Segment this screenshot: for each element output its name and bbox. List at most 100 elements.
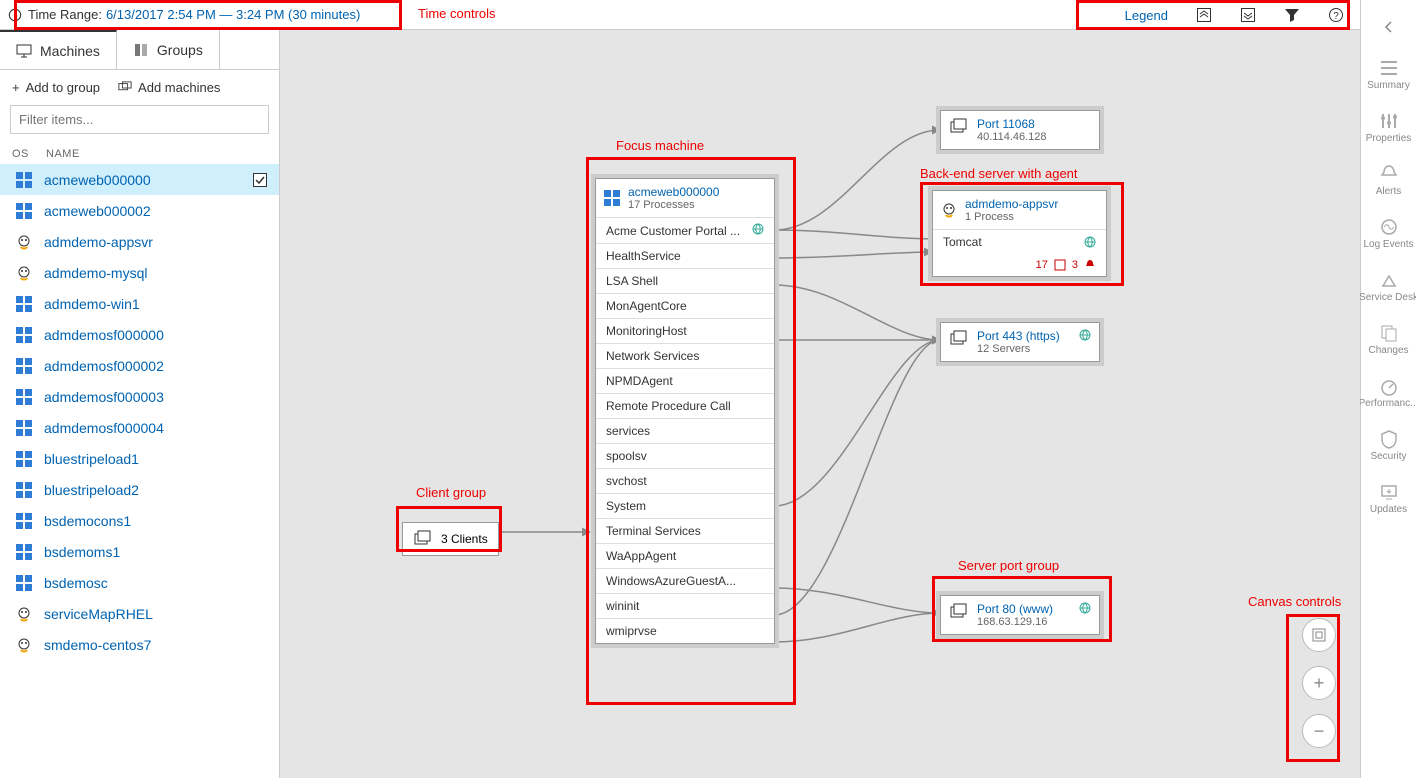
machine-row[interactable]: acmeweb000002 (0, 195, 279, 226)
checkbox-checked-icon[interactable] (253, 173, 267, 187)
machine-name: bluestripeload1 (44, 451, 139, 467)
machine-row[interactable]: serviceMapRHEL (0, 598, 279, 629)
process-row[interactable]: MonitoringHost (596, 318, 774, 343)
machine-row[interactable]: admdemosf000000 (0, 319, 279, 350)
machine-row[interactable]: admdemosf000003 (0, 381, 279, 412)
filter-icon[interactable] (1284, 7, 1300, 23)
collapse-all-icon[interactable] (1196, 7, 1212, 23)
rail-label: Alerts (1376, 186, 1402, 197)
properties-icon (1379, 111, 1399, 131)
servicedesk-icon (1379, 270, 1399, 290)
linux-icon (12, 637, 36, 653)
add-machines-label: Add machines (138, 80, 220, 95)
machine-row[interactable]: bsdemocons1 (0, 505, 279, 536)
process-row[interactable]: LSA Shell (596, 268, 774, 293)
filter-input[interactable] (10, 105, 269, 134)
rail-item-security[interactable]: Security (1358, 419, 1416, 472)
map-canvas[interactable]: 3 Clients acmeweb000000 17 Processes Acm… (280, 30, 1360, 778)
rail-item-alerts[interactable]: Alerts (1358, 154, 1416, 207)
tab-groups-label: Groups (157, 42, 203, 58)
rail-item-changes[interactable]: Changes (1358, 313, 1416, 366)
zoom-in-button[interactable]: + (1302, 666, 1336, 700)
machine-list[interactable]: acmeweb000000acmeweb000002admdemo-appsvr… (0, 164, 279, 660)
legend-link[interactable]: Legend (1125, 8, 1168, 23)
machine-name: bluestripeload2 (44, 482, 139, 498)
add-to-group-label: Add to group (26, 80, 100, 95)
bell-icon (1084, 259, 1096, 271)
port-80-node[interactable]: Port 80 (www) 168.63.129.16 (940, 595, 1100, 635)
windows-icon (12, 482, 36, 498)
process-row[interactable]: HealthService (596, 243, 774, 268)
globe-icon (1079, 602, 1091, 614)
rail-item-logevents[interactable]: Log Events (1358, 207, 1416, 260)
process-row[interactable]: spoolsv (596, 443, 774, 468)
annot-client-group-label: Client group (416, 485, 486, 500)
linux-icon (941, 202, 957, 218)
process-row[interactable]: Remote Procedure Call (596, 393, 774, 418)
machine-row[interactable]: admdemosf000002 (0, 350, 279, 381)
process-name: System (606, 499, 646, 513)
windows-icon (12, 544, 36, 560)
expand-all-icon[interactable] (1240, 7, 1256, 23)
fit-button[interactable] (1302, 618, 1336, 652)
machine-row[interactable]: bluestripeload1 (0, 443, 279, 474)
rail-item-summary[interactable]: Summary (1358, 48, 1416, 101)
rail-collapse-button[interactable] (1361, 6, 1416, 48)
windows-icon (12, 389, 36, 405)
machine-row[interactable]: bsdemosc (0, 567, 279, 598)
rail-item-properties[interactable]: Properties (1358, 101, 1416, 154)
process-name: svchost (606, 474, 647, 488)
list-header-name: NAME (46, 148, 80, 160)
machine-row[interactable]: smdemo-centos7 (0, 629, 279, 660)
time-range-value[interactable]: 6/13/2017 2:54 PM — 3:24 PM (30 minutes) (106, 7, 360, 22)
machine-row[interactable]: admdemo-mysql (0, 257, 279, 288)
process-row[interactable]: WindowsAzureGuestA... (596, 568, 774, 593)
updates-icon (1379, 482, 1399, 502)
process-row[interactable]: Network Services (596, 343, 774, 368)
tab-machines[interactable]: Machines (0, 30, 117, 69)
rail-label: Updates (1370, 504, 1407, 515)
machine-row[interactable]: admdemo-appsvr (0, 226, 279, 257)
windows-icon (12, 513, 36, 529)
change-icon (1054, 259, 1066, 271)
appsvr-node[interactable]: admdemo-appsvr 1 Process Tomcat 17 3 (932, 190, 1107, 277)
process-row[interactable]: NPMDAgent (596, 368, 774, 393)
appsvr-badge1: 17 (1036, 259, 1048, 271)
clients-pill[interactable]: 3 Clients (402, 522, 499, 556)
rail-label: Changes (1368, 345, 1408, 356)
machine-row[interactable]: bluestripeload2 (0, 474, 279, 505)
process-row[interactable]: services (596, 418, 774, 443)
port-443-node[interactable]: Port 443 (https) 12 Servers (940, 322, 1100, 362)
process-name: WindowsAzureGuestA... (606, 574, 736, 588)
process-row[interactable]: svchost (596, 468, 774, 493)
machine-row[interactable]: bsdemoms1 (0, 536, 279, 567)
process-name: WaAppAgent (606, 549, 676, 563)
machine-row[interactable]: acmeweb000000 (0, 164, 279, 195)
process-row[interactable]: MonAgentCore (596, 293, 774, 318)
add-to-group-button[interactable]: + Add to group (12, 80, 100, 95)
machine-row[interactable]: admdemo-win1 (0, 288, 279, 319)
process-row[interactable]: wmiprvse (596, 618, 774, 643)
help-icon[interactable]: ? (1328, 7, 1344, 23)
windows-icon (12, 575, 36, 591)
chevron-left-icon (1383, 21, 1395, 33)
zoom-out-button[interactable]: − (1302, 714, 1336, 748)
process-name: Remote Procedure Call (606, 399, 731, 413)
machine-name: admdemosf000004 (44, 420, 164, 436)
list-header: OS NAME (0, 144, 279, 164)
rail-item-updates[interactable]: Updates (1358, 472, 1416, 525)
process-row[interactable]: wininit (596, 593, 774, 618)
rail-item-servicedesk[interactable]: Service Desk (1358, 260, 1416, 313)
rail-item-performance[interactable]: Performanc... (1358, 366, 1416, 419)
process-row[interactable]: WaAppAgent (596, 543, 774, 568)
process-row[interactable]: Terminal Services (596, 518, 774, 543)
focus-machine-node[interactable]: acmeweb000000 17 Processes Acme Customer… (595, 178, 775, 644)
machine-name: admdemo-win1 (44, 296, 140, 312)
process-row[interactable]: Acme Customer Portal ... (596, 217, 774, 243)
port-11068-node[interactable]: Port 11068 40.114.46.128 (940, 110, 1100, 150)
appsvr-proc-tomcat[interactable]: Tomcat (933, 229, 1106, 254)
add-machines-button[interactable]: Add machines (118, 80, 220, 95)
process-row[interactable]: System (596, 493, 774, 518)
machine-row[interactable]: admdemosf000004 (0, 412, 279, 443)
tab-groups[interactable]: Groups (117, 30, 220, 69)
